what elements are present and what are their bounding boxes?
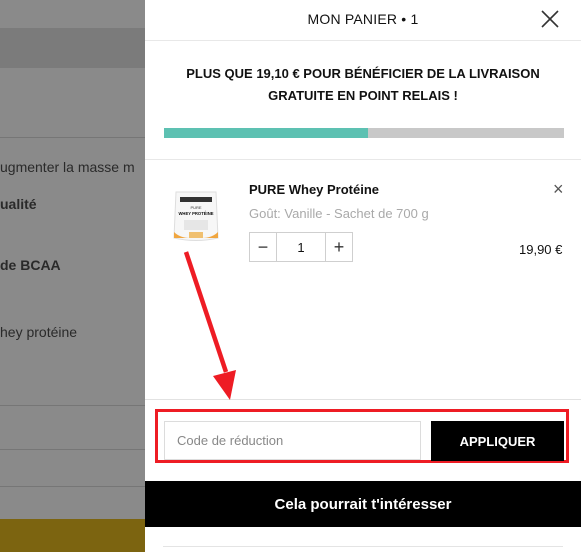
product-price: 19,90 €: [519, 242, 563, 257]
apply-discount-button[interactable]: APPLIQUER: [431, 421, 564, 461]
minus-icon: −: [257, 236, 269, 257]
product-variant: Goût: Vanille - Sachet de 700 g: [249, 206, 429, 221]
divider: [145, 159, 581, 160]
remove-item-button[interactable]: ×: [553, 180, 564, 198]
product-image-brand: PURE: [190, 205, 201, 210]
background-text: de BCAA: [0, 257, 61, 273]
free-shipping-message: PLUS QUE 19,10 € POUR BÉNÉFICIER DE LA L…: [163, 63, 563, 107]
plus-icon: +: [333, 236, 345, 257]
divider: [163, 546, 563, 547]
product-pouch-image: PURE WHEY PROTÉINE: [173, 191, 219, 241]
background-divider: [0, 137, 145, 138]
background-banner: [0, 519, 145, 552]
product-image[interactable]: PURE WHEY PROTÉINE: [170, 188, 222, 244]
background-text: hey protéine: [0, 324, 78, 340]
background-divider: [0, 486, 145, 487]
cart-drawer: MON PANIER • 1 PLUS QUE 19,10 € POUR BÉN…: [145, 0, 581, 552]
divider: [145, 399, 581, 400]
shipping-progress-fill: [164, 128, 368, 138]
background-page: ugmenter la masse m ualité de BCAA hey p…: [0, 0, 145, 552]
cart-header: MON PANIER • 1: [145, 0, 581, 41]
discount-code-input[interactable]: [164, 421, 421, 460]
background-divider: [0, 405, 145, 406]
free-shipping-line: PLUS QUE 19,10 € POUR BÉNÉFICIER DE LA L…: [186, 66, 540, 81]
quantity-value[interactable]: 1: [277, 233, 325, 261]
background-text: ugmenter la masse m: [0, 159, 135, 175]
background-header-band: [0, 28, 145, 68]
decrease-quantity-button[interactable]: −: [250, 233, 277, 261]
shipping-progress-bar: [164, 128, 564, 138]
remove-icon: ×: [553, 179, 564, 199]
cart-title: MON PANIER • 1: [307, 11, 419, 27]
close-icon: [541, 10, 559, 28]
close-button[interactable]: [539, 8, 561, 30]
background-text: ualité: [0, 196, 37, 212]
product-image-label: WHEY PROTÉINE: [178, 211, 213, 216]
background-divider: [0, 449, 145, 450]
screen: ugmenter la masse m ualité de BCAA hey p…: [0, 0, 581, 552]
increase-quantity-button[interactable]: +: [325, 233, 352, 261]
free-shipping-line: GRATUITE EN POINT RELAIS !: [268, 88, 458, 103]
product-name[interactable]: PURE Whey Protéine: [249, 182, 379, 197]
quantity-stepper: − 1 +: [249, 232, 353, 262]
suggestions-header[interactable]: Cela pourrait t'intéresser: [145, 481, 581, 527]
